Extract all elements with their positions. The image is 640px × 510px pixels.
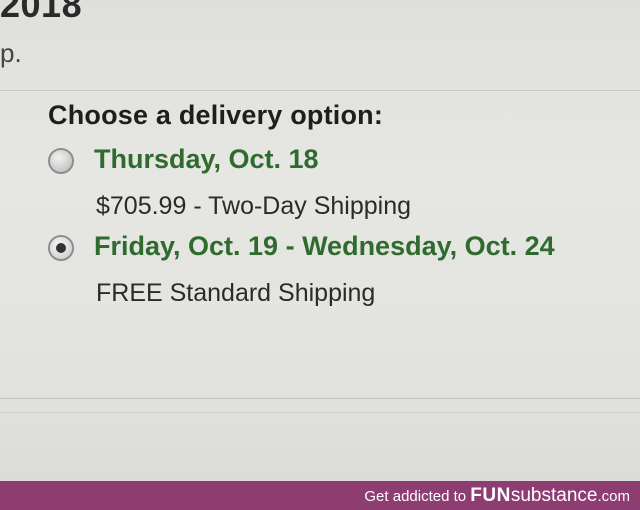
radio-selected-dot-icon (56, 243, 66, 253)
delivery-date-label: Thursday, Oct. 18 (94, 144, 319, 174)
watermark-brand-bold: FUN (470, 485, 511, 506)
divider (0, 398, 640, 399)
watermark-text: Get addicted to FUNsubstance.com (364, 485, 630, 507)
text-fragment: p. (0, 38, 22, 68)
delivery-heading: Choose a delivery option: (48, 100, 384, 130)
radio-button-selected[interactable] (48, 235, 74, 261)
delivery-date-label: Friday, Oct. 19 - Wednesday, Oct. 24 (94, 231, 555, 261)
radio-button-unselected[interactable] (48, 148, 74, 174)
shipping-price-detail: $705.99 - Two-Day Shipping (96, 192, 412, 220)
order-year-fragment: 2018 (0, 0, 83, 25)
shipping-price-detail: FREE Standard Shipping (96, 279, 376, 307)
watermark-prefix: Get addicted to (364, 488, 471, 505)
watermark-bar: Get addicted to FUNsubstance.com (0, 481, 640, 510)
screen: 2018 p. Choose a delivery option: Thursd… (0, 0, 640, 510)
watermark-suffix: .com (597, 488, 630, 505)
divider (0, 412, 640, 413)
watermark-brand-light: substance (510, 485, 598, 506)
